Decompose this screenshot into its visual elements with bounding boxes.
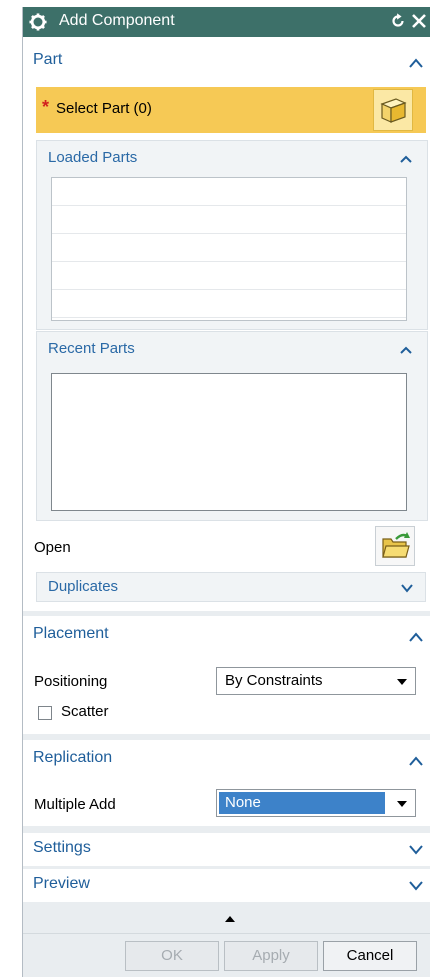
scatter-label[interactable]: Scatter <box>61 703 109 720</box>
open-folder-icon <box>382 532 410 558</box>
part-cube-icon <box>380 98 407 123</box>
positioning-value: By Constraints <box>225 672 323 689</box>
settings-group[interactable]: Settings <box>23 833 430 866</box>
title-bar: Add Component <box>23 7 430 37</box>
more-options-triangle-icon[interactable] <box>225 916 235 922</box>
collapse-chevron-icon[interactable] <box>399 154 413 164</box>
part-group-title[interactable]: Part <box>33 51 62 69</box>
required-marker: * <box>42 97 50 117</box>
dropdown-arrow-icon[interactable] <box>397 679 407 685</box>
loaded-parts-list[interactable] <box>51 177 407 321</box>
recent-parts-list[interactable] <box>51 373 407 511</box>
open-label: Open <box>34 539 71 556</box>
expand-chevron-icon[interactable] <box>409 881 423 891</box>
list-item[interactable] <box>52 262 406 290</box>
close-icon[interactable] <box>409 11 429 31</box>
loaded-parts-section: Loaded Parts <box>36 140 428 330</box>
select-part-label: Select Part (0) <box>56 100 152 117</box>
multiple-add-dropdown[interactable]: None <box>216 789 416 817</box>
add-component-dialog: Add Component Part * Select Part (0) Loa… <box>22 7 430 977</box>
cancel-button[interactable]: Cancel <box>323 941 417 971</box>
gear-icon[interactable] <box>29 13 47 31</box>
ok-button[interactable]: OK <box>125 941 219 971</box>
open-file-button[interactable] <box>375 526 415 566</box>
expand-chevron-icon[interactable] <box>409 845 423 855</box>
list-item[interactable] <box>52 234 406 262</box>
multiple-add-label: Multiple Add <box>34 796 116 813</box>
replication-group-title[interactable]: Replication <box>33 749 112 767</box>
placement-group-title[interactable]: Placement <box>33 625 109 643</box>
collapse-chevron-icon[interactable] <box>409 58 423 68</box>
reset-icon[interactable] <box>389 12 407 30</box>
select-part-button[interactable] <box>373 89 413 131</box>
positioning-label: Positioning <box>34 673 108 690</box>
apply-button[interactable]: Apply <box>224 941 318 971</box>
scatter-checkbox[interactable] <box>38 706 52 720</box>
positioning-dropdown[interactable]: By Constraints <box>216 667 416 695</box>
collapse-chevron-icon[interactable] <box>409 756 423 766</box>
loaded-parts-title[interactable]: Loaded Parts <box>48 149 137 166</box>
expand-chevron-icon[interactable] <box>400 583 414 593</box>
duplicates-section[interactable]: Duplicates <box>36 572 426 602</box>
select-part-row[interactable]: * Select Part (0) <box>36 87 426 133</box>
list-item[interactable] <box>52 178 406 206</box>
dropdown-arrow-icon[interactable] <box>397 801 407 807</box>
list-item[interactable] <box>52 206 406 234</box>
preview-group-title[interactable]: Preview <box>33 875 90 893</box>
settings-group-title[interactable]: Settings <box>33 839 91 857</box>
multiple-add-value: None <box>225 794 261 811</box>
dialog-title: Add Component <box>59 12 175 29</box>
preview-group[interactable]: Preview <box>23 869 430 902</box>
recent-parts-section: Recent Parts <box>36 331 428 521</box>
collapse-chevron-icon[interactable] <box>409 632 423 642</box>
collapse-chevron-icon[interactable] <box>399 345 413 355</box>
recent-parts-title[interactable]: Recent Parts <box>48 340 135 357</box>
divider <box>23 933 430 934</box>
duplicates-title[interactable]: Duplicates <box>48 578 118 595</box>
list-item[interactable] <box>52 290 406 318</box>
